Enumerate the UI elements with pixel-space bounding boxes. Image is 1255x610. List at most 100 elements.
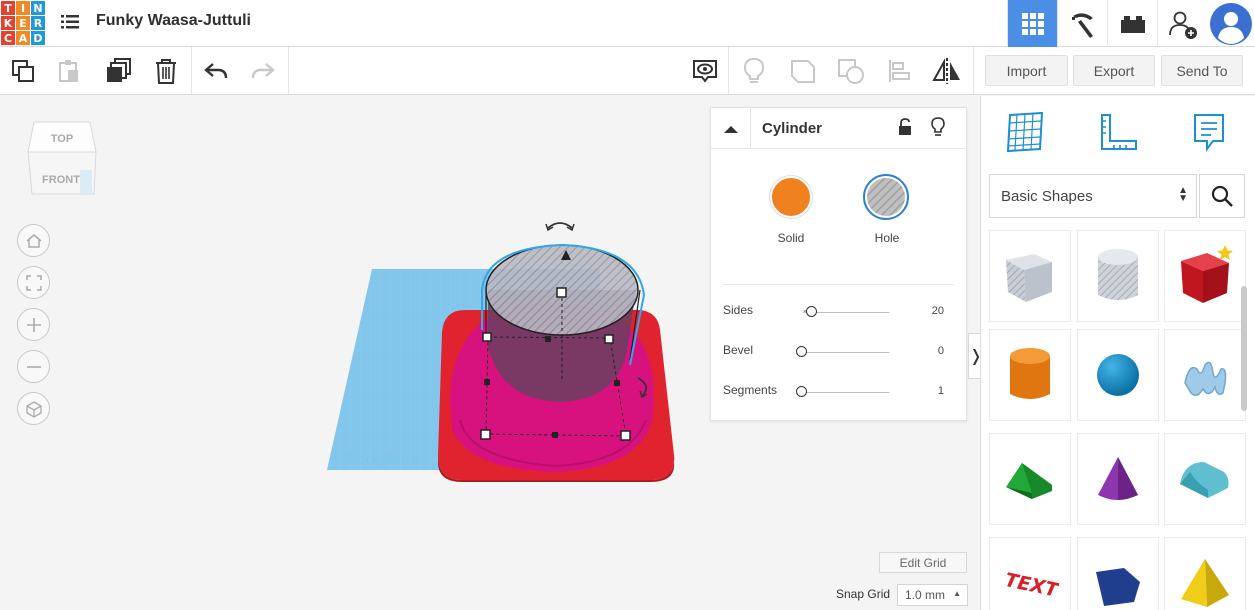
paste-icon xyxy=(53,55,85,87)
shape-scribble[interactable] xyxy=(1164,329,1246,421)
shape-category-select[interactable]: Basic Shapes ▲ ▼ xyxy=(989,174,1197,218)
lock-icon[interactable] xyxy=(897,117,913,142)
logo-letter: I xyxy=(16,1,30,15)
duplicate-icon[interactable] xyxy=(103,55,135,87)
hole-swatch[interactable] xyxy=(863,174,909,220)
toolbar-divider xyxy=(288,47,289,95)
shape-polygon[interactable] xyxy=(1077,537,1159,610)
shapes-panel: Basic Shapes ▲ ▼ TEXT xyxy=(980,96,1255,610)
snap-grid-select[interactable]: 1.0 mm ▲ xyxy=(897,584,968,606)
pickaxe-icon[interactable] xyxy=(1057,0,1107,47)
notes-icon[interactable] xyxy=(1185,108,1233,156)
add-user-icon[interactable] xyxy=(1157,0,1207,47)
shape-box-hole[interactable] xyxy=(989,230,1071,322)
shape-inspector: Cylinder Solid Hole Sides -20 Bevel 0 Segmen… xyxy=(710,107,967,421)
logo-letter: A xyxy=(16,31,30,45)
shape-category-label: Basic Shapes xyxy=(1001,187,1093,205)
view-notes-icon[interactable] xyxy=(689,55,721,87)
toolbar-divider xyxy=(191,47,192,95)
property-slider-track[interactable] xyxy=(803,352,889,353)
shape-round-roof[interactable] xyxy=(1164,433,1246,525)
import-button[interactable]: Import xyxy=(985,55,1068,86)
top-bar: TIN KER CAD Funky Waasa-Juttuli xyxy=(0,0,1255,47)
export-button[interactable]: Export xyxy=(1073,55,1155,86)
logo-letter: T xyxy=(1,1,15,15)
workplane-label: Workplane xyxy=(342,451,418,468)
shape-cylinder-hole[interactable] xyxy=(1077,230,1159,322)
caret-up-icon: ▲ xyxy=(953,589,961,598)
logo-letter: R xyxy=(31,16,45,30)
user-avatar-icon[interactable] xyxy=(1207,0,1255,47)
home-view-icon[interactable] xyxy=(17,224,50,257)
view-cube-front-label: FRONT xyxy=(42,174,80,186)
workplane-icon[interactable] xyxy=(1001,108,1049,156)
perspective-icon[interactable] xyxy=(17,392,50,425)
property-slider-knob[interactable] xyxy=(796,346,807,357)
property-value[interactable]: 20 xyxy=(932,305,944,317)
snap-grid-label: Snap Grid xyxy=(836,587,891,601)
property-slider-knob[interactable] xyxy=(796,386,807,397)
undo-icon[interactable] xyxy=(200,55,232,87)
tinkercad-logo[interactable]: TIN KER CAD xyxy=(0,0,45,45)
search-button[interactable] xyxy=(1199,174,1245,218)
zoom-in-icon[interactable] xyxy=(17,308,50,341)
logo-letter: D xyxy=(31,31,45,45)
property-label: Bevel xyxy=(723,343,754,357)
align-icon xyxy=(884,55,916,87)
toolbar-divider xyxy=(728,47,729,95)
property-slider-track[interactable] xyxy=(803,392,889,393)
solid-color-swatch[interactable] xyxy=(770,176,812,218)
updown-arrows-icon: ▲ ▼ xyxy=(1178,185,1188,204)
edit-grid-button[interactable]: Edit Grid xyxy=(879,552,967,573)
property-label: Sides xyxy=(723,303,754,317)
collapse-inspector-button[interactable] xyxy=(711,108,751,149)
property-label: Segments xyxy=(723,383,778,397)
shape-name[interactable]: Cylinder xyxy=(762,120,822,137)
bricks-icon[interactable] xyxy=(1107,0,1157,47)
view-cube[interactable]: TOP FRONT xyxy=(26,118,98,205)
snap-grid-value: 1.0 mm xyxy=(905,588,946,602)
shape-sphere[interactable] xyxy=(1077,329,1159,421)
send-to-button[interactable]: Send To xyxy=(1161,55,1243,86)
rotate-arrow-icon[interactable] xyxy=(545,222,575,232)
redo-icon xyxy=(247,55,279,87)
design-title[interactable]: Funky Waasa-Juttuli xyxy=(96,12,251,30)
svg-text:TEXT: TEXT xyxy=(1003,569,1059,602)
header-actions xyxy=(1007,0,1255,47)
property-slider-knob[interactable] xyxy=(806,306,818,317)
caret-up-icon xyxy=(723,125,738,133)
shape-pyramid[interactable] xyxy=(1164,537,1246,610)
shape-text[interactable]: TEXT xyxy=(989,537,1071,610)
hole-label: Hole xyxy=(874,231,900,245)
light-bulb-icon xyxy=(738,55,770,87)
light-bulb-icon[interactable] xyxy=(930,116,946,143)
fit-view-icon[interactable] xyxy=(17,266,50,299)
copy-icon[interactable] xyxy=(7,55,39,87)
property-value[interactable]: 1 xyxy=(938,385,944,397)
zoom-out-icon[interactable] xyxy=(17,350,50,383)
ruler-icon[interactable] xyxy=(1095,108,1143,156)
property-value[interactable]: 0 xyxy=(938,345,944,357)
logo-letter: C xyxy=(1,31,15,45)
logo-letter: K xyxy=(1,16,15,30)
shape-roof[interactable] xyxy=(989,433,1071,525)
panel-scrollbar[interactable] xyxy=(1241,286,1247,411)
toolbar-divider xyxy=(973,47,974,95)
inspector-header: Cylinder xyxy=(711,108,966,149)
search-icon xyxy=(1211,185,1233,207)
view-cube-top-label: TOP xyxy=(51,133,73,145)
logo-letter: E xyxy=(16,16,30,30)
grid-view-icon[interactable] xyxy=(1007,0,1057,47)
ungroup-icon xyxy=(835,55,867,87)
toolbar: Import Export Send To xyxy=(0,47,1255,95)
inspector-divider xyxy=(723,284,954,285)
logo-letter: N xyxy=(31,1,45,15)
design-list-icon[interactable] xyxy=(58,10,82,34)
shape-cylinder[interactable] xyxy=(989,329,1071,421)
shape-box[interactable] xyxy=(1164,230,1246,322)
shape-cone[interactable] xyxy=(1077,433,1159,525)
mirror-icon[interactable] xyxy=(931,55,963,87)
solid-label: Solid xyxy=(777,231,805,245)
delete-icon[interactable] xyxy=(150,55,182,87)
group-icon xyxy=(787,55,819,87)
